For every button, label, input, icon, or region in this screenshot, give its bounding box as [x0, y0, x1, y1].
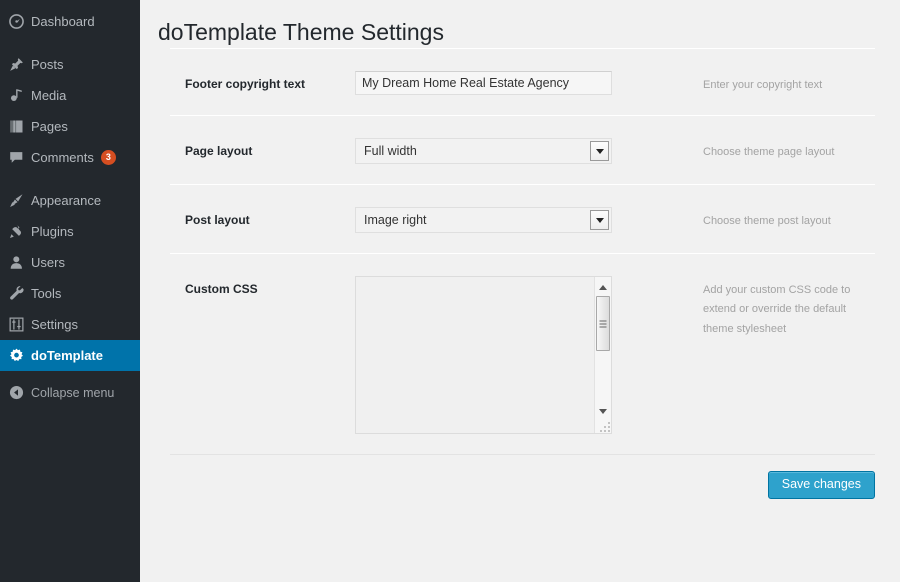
custom-css-textarea-wrapper [355, 276, 612, 435]
scroll-down-icon[interactable] [595, 403, 611, 419]
post-layout-selected-value: Image right [364, 213, 427, 228]
sidebar-item-plugins[interactable]: Plugins [0, 216, 140, 247]
scrollbar-thumb[interactable] [596, 296, 610, 352]
settings-form: Footer copyright text Enter your copyrig… [140, 48, 900, 454]
comment-icon [9, 150, 31, 165]
save-changes-button[interactable]: Save changes [767, 471, 875, 499]
custom-css-textarea[interactable] [356, 277, 594, 434]
sidebar-item-label: Dashboard [31, 14, 95, 29]
field-help: Add your custom CSS code to extend or ov… [703, 284, 851, 335]
table-row: Post layout Image right Choose theme pos… [170, 184, 875, 254]
table-row: Footer copyright text Enter your copyrig… [170, 48, 875, 115]
main-content: doTemplate Theme Settings Footer copyrig… [140, 0, 900, 582]
sidebar-item-label: Comments [31, 150, 94, 165]
scroll-up-icon[interactable] [595, 279, 611, 295]
pin-icon [9, 57, 31, 72]
textarea-scrollbar[interactable] [594, 277, 611, 434]
field-label: Page layout [185, 144, 253, 159]
sidebar-item-label: Settings [31, 317, 78, 332]
sidebar-item-label: Users [31, 255, 65, 270]
collapse-menu-label: Collapse menu [31, 385, 115, 400]
sidebar-item-pages[interactable]: Pages [0, 111, 140, 142]
table-row: Custom CSS Add your custom CSS code to e… [170, 253, 875, 455]
chevron-down-icon[interactable] [590, 141, 609, 162]
footer-copyright-input[interactable] [355, 70, 612, 95]
plug-icon [9, 224, 31, 239]
sidebar-item-label: Tools [31, 286, 62, 301]
field-label: Footer copyright text [185, 76, 306, 91]
table-row: Page layout Full width Choose theme page… [170, 115, 875, 185]
page-layout-select[interactable]: Full width [355, 138, 612, 165]
collapse-arrow-icon [9, 385, 31, 400]
dashboard-icon [9, 14, 31, 29]
sidebar-item-media[interactable]: Media [0, 80, 140, 111]
media-icon [9, 88, 31, 103]
wrench-icon [9, 286, 31, 301]
field-label: Post layout [185, 213, 250, 228]
sidebar-item-label: Pages [31, 119, 68, 134]
sidebar-item-dotemplate[interactable]: doTemplate [0, 340, 148, 371]
sidebar-item-tools[interactable]: Tools [0, 278, 140, 309]
collapse-menu-button[interactable]: Collapse menu [0, 377, 140, 408]
sidebar-item-label: Media [31, 88, 67, 103]
sidebar-item-label: Plugins [31, 224, 74, 239]
field-label: Custom CSS [185, 282, 258, 297]
grip-icon [599, 320, 607, 328]
form-actions: Save changes [140, 455, 900, 499]
field-help: Choose theme post layout [703, 215, 831, 228]
chevron-down-icon[interactable] [590, 210, 609, 231]
pages-icon [9, 119, 31, 134]
post-layout-select[interactable]: Image right [355, 207, 612, 234]
page-title: doTemplate Theme Settings [158, 19, 444, 45]
sidebar-item-posts[interactable]: Posts [0, 49, 140, 80]
field-help: Choose theme page layout [703, 146, 835, 159]
sidebar-item-label: Posts [31, 57, 64, 72]
sidebar-item-comments[interactable]: Comments 3 [0, 142, 140, 173]
sidebar-item-label: doTemplate [31, 348, 103, 363]
sidebar-item-settings[interactable]: Settings [0, 309, 140, 340]
sidebar-item-users[interactable]: Users [0, 247, 140, 278]
gear-icon [9, 348, 31, 363]
sidebar-item-appearance[interactable]: Appearance [0, 185, 140, 216]
settings-table: Footer copyright text Enter your copyrig… [170, 48, 875, 454]
admin-page: Dashboard Posts Media Pages Comments 3 A… [0, 0, 900, 582]
comments-count-badge: 3 [100, 150, 116, 165]
field-help: Enter your copyright text [703, 78, 823, 91]
sidebar-item-dashboard[interactable]: Dashboard [0, 6, 140, 37]
field-control: Full width [355, 116, 655, 185]
sidebar-item-label: Appearance [31, 193, 102, 208]
page-layout-selected-value: Full width [364, 144, 417, 159]
user-icon [9, 255, 31, 270]
sliders-icon [9, 317, 31, 332]
field-control: Image right [355, 185, 655, 254]
field-control [355, 48, 655, 115]
textarea-resize-handle[interactable] [599, 421, 610, 433]
admin-sidebar: Dashboard Posts Media Pages Comments 3 A… [0, 0, 148, 582]
paintbrush-icon [9, 193, 31, 208]
field-control [355, 254, 655, 455]
